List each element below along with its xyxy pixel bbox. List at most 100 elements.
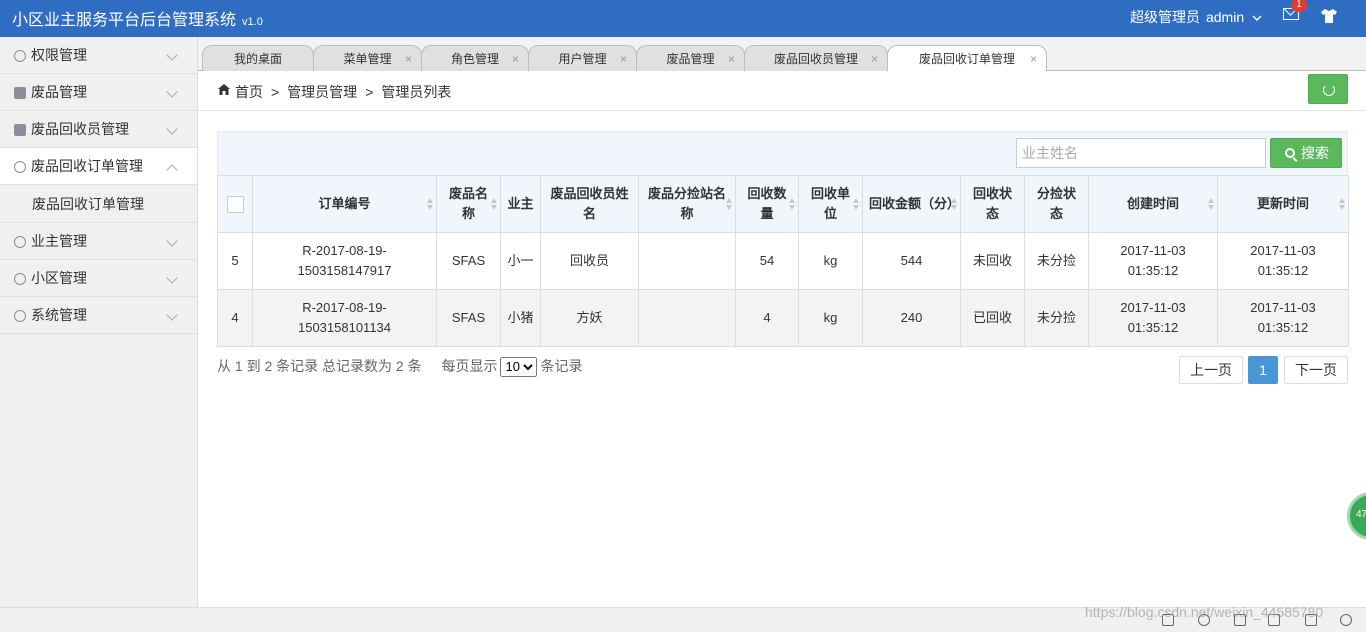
table-cell: kg: [798, 232, 863, 290]
table-row[interactable]: 4 R-2017-08-19-1503158101134 SFAS 小猪 方妖 …: [217, 289, 1349, 347]
table-cell: 小猪: [500, 289, 541, 347]
close-icon[interactable]: ×: [728, 46, 735, 72]
column-header[interactable]: 订单编号: [252, 175, 437, 233]
column-header-label: 回收金额（分）: [869, 196, 961, 211]
floating-ball-value: 47: [1356, 509, 1366, 520]
tab-users[interactable]: 用户管理 ×: [528, 45, 637, 71]
prev-page-button[interactable]: 上一页: [1179, 356, 1243, 384]
main-content: 搜索 订单编号 废品名称 业主 废品回收员姓名 废品分捡站名称 回收数量 回收单…: [198, 111, 1366, 607]
tab-label: 角色管理: [450, 52, 499, 66]
column-header-label: 订单编号: [318, 196, 371, 211]
next-page-button[interactable]: 下一页: [1284, 356, 1348, 384]
sidebar-subitem-orders[interactable]: 废品回收订单管理: [0, 185, 197, 223]
table-cell: 2017-11-03 01:35:12: [1217, 232, 1349, 290]
close-icon[interactable]: ×: [871, 46, 878, 72]
breadcrumb-text: 首页 > 管理员管理 > 管理员列表: [235, 82, 451, 102]
sidebar-item-label: 权限管理: [31, 47, 87, 63]
breadcrumb-separator: >: [365, 84, 374, 100]
tab-desktop[interactable]: 我的桌面: [202, 45, 314, 71]
comment-icon: [14, 236, 26, 248]
search-icon: [1285, 148, 1295, 158]
breadcrumb: 首页 > 管理员管理 > 管理员列表: [198, 71, 1366, 111]
sort-icon: [951, 198, 957, 210]
sidebar-item-system[interactable]: 系统管理: [0, 297, 197, 334]
close-icon[interactable]: ×: [1030, 46, 1037, 72]
table-cell: 已回收: [960, 289, 1025, 347]
close-icon[interactable]: ×: [620, 46, 627, 72]
tab-label: 废品回收订单管理: [918, 52, 1015, 66]
username: admin: [1205, 9, 1245, 25]
table-cell: SFAS: [436, 232, 501, 290]
page-number-button[interactable]: 1: [1248, 356, 1278, 384]
sidebar-item-owners[interactable]: 业主管理: [0, 223, 197, 260]
table-cell: 未分捡: [1024, 289, 1089, 347]
comment-icon: [14, 161, 26, 173]
table-row[interactable]: 5 R-2017-08-19-1503158147917 SFAS 小一 回收员…: [217, 232, 1349, 290]
orders-table: 订单编号 废品名称 业主 废品回收员姓名 废品分捡站名称 回收数量 回收单位 回…: [217, 175, 1349, 347]
column-header-label: 业主: [507, 196, 534, 211]
search-button[interactable]: 搜索: [1270, 138, 1342, 168]
sidebar-item-label: 小区管理: [31, 270, 87, 286]
home-icon: [218, 84, 230, 95]
column-header[interactable]: 创建时间: [1088, 175, 1218, 233]
sort-icon: [1208, 198, 1214, 210]
breadcrumb-separator: >: [271, 84, 280, 100]
sidebar-item-communities[interactable]: 小区管理: [0, 260, 197, 297]
per-page-select[interactable]: 10: [500, 356, 538, 377]
column-header[interactable]: 回收金额（分）: [862, 175, 961, 233]
sort-icon: [1339, 198, 1345, 210]
chevron-down-icon: [166, 309, 178, 321]
tab-label: 废品管理: [666, 52, 715, 66]
table-cell: 4: [217, 289, 253, 347]
tab-menu[interactable]: 菜单管理 ×: [313, 45, 422, 71]
sidebar-item-label: 废品回收员管理: [31, 121, 129, 137]
table-cell: 未分捡: [1024, 232, 1089, 290]
sidebar: 权限管理 废品管理 废品回收员管理 废品回收订单管理 废品回收订单管理 业主管理…: [0, 37, 198, 607]
tab-waste[interactable]: 废品管理 ×: [636, 45, 745, 71]
close-icon[interactable]: ×: [405, 46, 412, 72]
column-header-label: 回收单位: [810, 186, 850, 221]
owner-name-search-input[interactable]: [1016, 138, 1266, 168]
chevron-down-icon: [1252, 15, 1262, 21]
sidebar-item-recyclers[interactable]: 废品回收员管理: [0, 111, 197, 148]
tab-label: 用户管理: [558, 52, 607, 66]
sidebar-item-waste[interactable]: 废品管理: [0, 74, 197, 111]
sidebar-item-label: 系统管理: [31, 307, 87, 323]
user-menu[interactable]: 超级管理员 admin: [1130, 7, 1262, 27]
record-count-text: 从 1 到 2 条记录 总记录数为 2 条: [217, 358, 422, 374]
column-header[interactable]: 废品名称: [436, 175, 501, 233]
breadcrumb-home[interactable]: 首页: [235, 84, 263, 100]
column-header[interactable]: 更新时间: [1217, 175, 1349, 233]
sort-icon: [427, 198, 433, 210]
column-header: 废品回收员姓名: [540, 175, 639, 233]
column-header-label: 分捡状态: [1036, 186, 1076, 221]
column-header[interactable]: 回收数量: [735, 175, 799, 233]
user-icon: [14, 50, 26, 62]
chevron-down-icon: [166, 123, 178, 135]
gear-icon: [14, 310, 26, 322]
watermark: https://blog.csdn.net/weixin_44585780: [1085, 604, 1324, 620]
column-header: 分捡状态: [1024, 175, 1089, 233]
table-cell: [638, 289, 736, 347]
tab-recyclers[interactable]: 废品回收员管理 ×: [744, 45, 888, 71]
image-icon: [14, 124, 26, 136]
column-header[interactable]: 废品分捡站名称: [638, 175, 736, 233]
search-icon[interactable]: [1340, 614, 1352, 626]
sidebar-item-orders[interactable]: 废品回收订单管理: [0, 148, 197, 185]
select-all-checkbox[interactable]: [226, 196, 244, 214]
breadcrumb-level1[interactable]: 管理员管理: [287, 84, 357, 100]
tab-orders[interactable]: 废品回收订单管理 ×: [887, 45, 1047, 72]
chevron-down-icon: [166, 235, 178, 247]
column-header-label: 废品回收员姓名: [550, 186, 629, 221]
app-version: v1.0: [242, 16, 263, 28]
sidebar-item-label: 废品管理: [31, 84, 87, 100]
app-title-text: 小区业主服务平台后台管理系统: [12, 12, 237, 29]
refresh-button[interactable]: [1308, 74, 1348, 104]
skin-shirt-icon[interactable]: [1320, 9, 1338, 23]
column-header[interactable]: 回收单位: [798, 175, 863, 233]
per-page-suffix: 条记录: [540, 358, 583, 374]
tab-roles[interactable]: 角色管理 ×: [421, 45, 529, 71]
close-icon[interactable]: ×: [512, 46, 519, 72]
table-cell: 回收员: [540, 232, 639, 290]
sidebar-item-permissions[interactable]: 权限管理: [0, 37, 197, 74]
